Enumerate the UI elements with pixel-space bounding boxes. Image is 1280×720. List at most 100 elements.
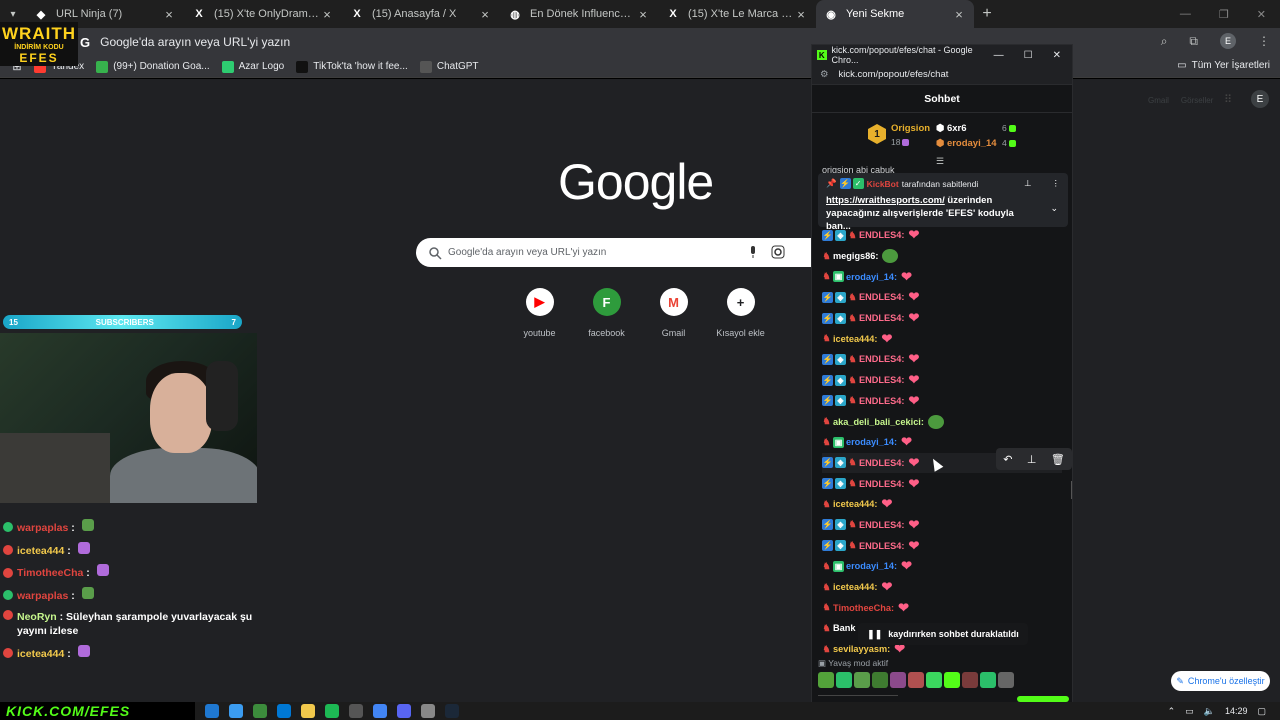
chat-message[interactable]: ♞ icetea444: ❤ <box>822 328 1062 349</box>
emote-10-icon[interactable] <box>980 672 996 688</box>
emote-9-icon[interactable] <box>962 672 978 688</box>
pinned-link[interactable]: https://wraithesports.com/ <box>826 195 945 206</box>
tab-2[interactable]: X (15) X'te OnlyDrama: "İsmail Em× <box>184 0 342 28</box>
close-tab-icon[interactable]: × <box>952 7 966 22</box>
chat-message[interactable]: ⚡ ◈ ♞ ENDLES4: ❤ <box>822 391 1062 412</box>
chat-username[interactable]: ENDLES4: <box>859 479 904 489</box>
all-bookmarks[interactable]: ▭ Tüm Yer İşaretleri <box>1177 60 1270 71</box>
chat-username[interactable]: ENDLES4: <box>859 396 904 406</box>
emote-4-icon[interactable] <box>872 672 888 688</box>
chat-username[interactable]: erodayi_14: <box>846 437 897 447</box>
extensions-icon[interactable]: ⧉ <box>1189 34 1198 49</box>
taskbar-app-7-icon[interactable] <box>349 704 363 718</box>
clock[interactable]: 14:29 <box>1225 706 1248 716</box>
google-lens-icon[interactable] <box>771 245 785 259</box>
chat-message[interactable]: ♞ ▣ erodayi_14: ❤ <box>822 266 1062 287</box>
close-tab-icon[interactable]: × <box>478 7 492 22</box>
chat-message[interactable]: ♞ megigs86: <box>822 246 1062 267</box>
zoom-icon[interactable]: ⌕ <box>1161 34 1168 49</box>
taskbar-app-5-icon[interactable] <box>301 704 315 718</box>
leader-3-name[interactable]: ⬢ erodayi_14 <box>936 138 997 149</box>
chat-message[interactable]: ♞ icetea444: ❤ <box>822 494 1062 515</box>
chat-username[interactable]: ENDLES4: <box>859 541 904 551</box>
tab-4[interactable]: ◍ En Dönek Influencer? Yayıncılar× <box>500 0 658 28</box>
chat-message[interactable]: ♞ icetea444: ❤ <box>822 577 1062 598</box>
pinned-message[interactable]: 📌 ⚡ ✓ KickBot tarafından sabitlendi ⊥ ⋮ … <box>818 173 1068 232</box>
volume-icon[interactable]: 🔈 <box>1204 706 1215 717</box>
shortcut-youtube[interactable]: ▶ youtube <box>506 288 573 338</box>
chat-message[interactable]: ⚡ ◈ ♞ ENDLES4: ❤ <box>822 287 1062 308</box>
chat-username[interactable]: icetea444: <box>833 582 877 592</box>
microphone-icon[interactable] <box>746 245 760 259</box>
chat-message[interactable]: ⚡ ◈ ♞ ENDLES4: ❤ <box>822 308 1062 329</box>
google-search-box[interactable]: Google'da arayın veya URL'yi yazın <box>416 238 864 267</box>
chat-username[interactable]: Bank <box>833 623 855 633</box>
taskbar-app-6-icon[interactable] <box>325 704 339 718</box>
chat-username[interactable]: erodayi_14: <box>846 561 897 571</box>
emote-11-icon[interactable] <box>998 672 1014 688</box>
maximize-button[interactable]: ☐ <box>1024 50 1033 61</box>
leader-2-name[interactable]: ⬢ 6xr6 <box>936 123 967 134</box>
leader-1-name[interactable]: Origsion <box>891 123 930 134</box>
chat-username[interactable]: ENDLES4: <box>859 375 904 385</box>
taskbar-app-2-icon[interactable] <box>229 704 243 718</box>
close-tab-icon[interactable]: × <box>794 7 808 22</box>
chat-username[interactable]: icetea444: <box>833 334 877 344</box>
more-options-icon[interactable]: ⋮ <box>1052 178 1061 189</box>
maximize-button[interactable]: ❐ <box>1219 8 1229 21</box>
emote-3-icon[interactable] <box>854 672 870 688</box>
popup-address-bar[interactable]: ⚙ kick.com/popout/efes/chat <box>812 65 1072 85</box>
emote-1-icon[interactable] <box>818 672 834 688</box>
chat-message[interactable]: ♞ aka_deli_bali_cekici: <box>822 411 1062 432</box>
emote-2-icon[interactable] <box>836 672 852 688</box>
account-avatar[interactable]: E <box>1251 90 1269 108</box>
collapse-leaderboard-icon[interactable]: ☰ <box>936 156 944 167</box>
chat-username[interactable]: aka_deli_bali_cekici: <box>833 417 924 427</box>
google-apps-icon[interactable]: ⠿ <box>1224 93 1236 106</box>
taskbar-app-1-icon[interactable] <box>205 704 219 718</box>
emote-7-icon[interactable] <box>926 672 942 688</box>
tab-5[interactable]: X (15) X'te Le Marca Sports: "SON× <box>658 0 816 28</box>
taskbar-app-8-icon[interactable] <box>373 704 387 718</box>
close-tab-icon[interactable]: × <box>320 7 334 22</box>
site-info-icon[interactable]: ⚙ <box>820 69 829 80</box>
chat-paused-banner[interactable]: ❚❚ kaydırırken sohbet duraklatıldı <box>858 623 1028 645</box>
reply-icon[interactable]: ↶ <box>1003 453 1012 466</box>
network-icon[interactable]: ▭ <box>1185 706 1194 717</box>
unpin-icon[interactable]: ⊥ <box>1024 178 1031 189</box>
shortcut-facebook[interactable]: Ffacebook <box>573 288 640 338</box>
emote-8-icon[interactable] <box>944 672 960 688</box>
chat-username[interactable]: ENDLES4: <box>859 458 904 468</box>
chat-message[interactable]: ⚡ ◈ ♞ ENDLES4: ❤ <box>822 535 1062 556</box>
shortcut-kısayol-ekle[interactable]: + Kısayol ekle <box>707 288 774 338</box>
delete-icon[interactable]: 🗑 <box>1051 453 1065 466</box>
close-tab-icon[interactable]: × <box>636 7 650 22</box>
chat-username[interactable]: ENDLES4: <box>859 292 904 302</box>
chat-scrollbar[interactable] <box>1071 481 1072 499</box>
chat-username[interactable]: TimotheeCha: <box>833 603 894 613</box>
bookmark-5[interactable]: ChatGPT <box>419 60 479 73</box>
pinned-by-user[interactable]: KickBot <box>867 179 899 189</box>
chat-message[interactable]: ⚡ ◈ ♞ ENDLES4: ❤ <box>822 473 1062 494</box>
gmail-link[interactable]: Gmail <box>1148 96 1169 105</box>
taskbar-app-4-icon[interactable] <box>277 704 291 718</box>
tray-chevron-icon[interactable]: ⌃ <box>1168 706 1176 717</box>
chat-username[interactable]: icetea444: <box>833 499 877 509</box>
taskbar-app-9-icon[interactable] <box>397 704 411 718</box>
taskbar-app-11-icon[interactable] <box>445 704 459 718</box>
notifications-icon[interactable]: ▢ <box>1257 706 1266 717</box>
chat-message[interactable]: ⚡ ◈ ♞ ENDLES4: ❤ <box>822 349 1062 370</box>
chat-message[interactable]: ♞ ▣ erodayi_14: ❤ <box>822 556 1062 577</box>
close-button[interactable]: ✕ <box>1053 50 1061 61</box>
close-tab-icon[interactable]: × <box>162 7 176 22</box>
emote-6-icon[interactable] <box>908 672 924 688</box>
emote-5-icon[interactable] <box>890 672 906 688</box>
bookmark-3[interactable]: Azar Logo <box>221 60 284 73</box>
chat-username[interactable]: ENDLES4: <box>859 313 904 323</box>
bookmark-4[interactable]: TikTok'ta 'how it fee... <box>296 60 408 73</box>
pin-message-icon[interactable]: ⊥ <box>1027 453 1037 466</box>
profile-avatar[interactable]: E <box>1220 33 1236 49</box>
tab-3[interactable]: X (15) Anasayfa / X × <box>342 0 500 28</box>
chat-message[interactable]: ♞ TimotheeCha: ❤ <box>822 597 1062 618</box>
taskbar-app-10-icon[interactable] <box>421 704 435 718</box>
